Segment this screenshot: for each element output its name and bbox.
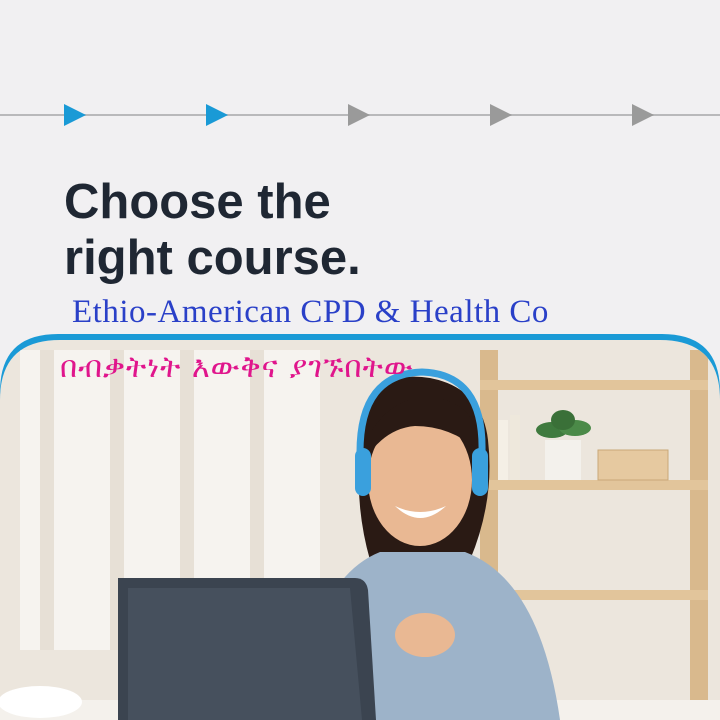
step-4-arrow-icon [490,104,512,126]
step-3-arrow-icon [348,104,370,126]
step-1-arrow-icon [64,104,86,126]
step-5-arrow-icon [632,104,654,126]
headline: Choose the right course. [64,174,361,286]
amharic-tagline: በብቃትነት እውቅና ያገኙበትው [60,350,414,385]
laptop [118,578,376,720]
coffee-cup [0,686,82,718]
headline-line-2: right course. [64,231,361,285]
step-2-arrow-icon [206,104,228,126]
hero-photo [0,334,720,720]
headline-line-1: Choose the [64,175,331,229]
company-name: Ethio-American CPD & Health Co [72,294,549,330]
progress-indicator [0,104,720,126]
